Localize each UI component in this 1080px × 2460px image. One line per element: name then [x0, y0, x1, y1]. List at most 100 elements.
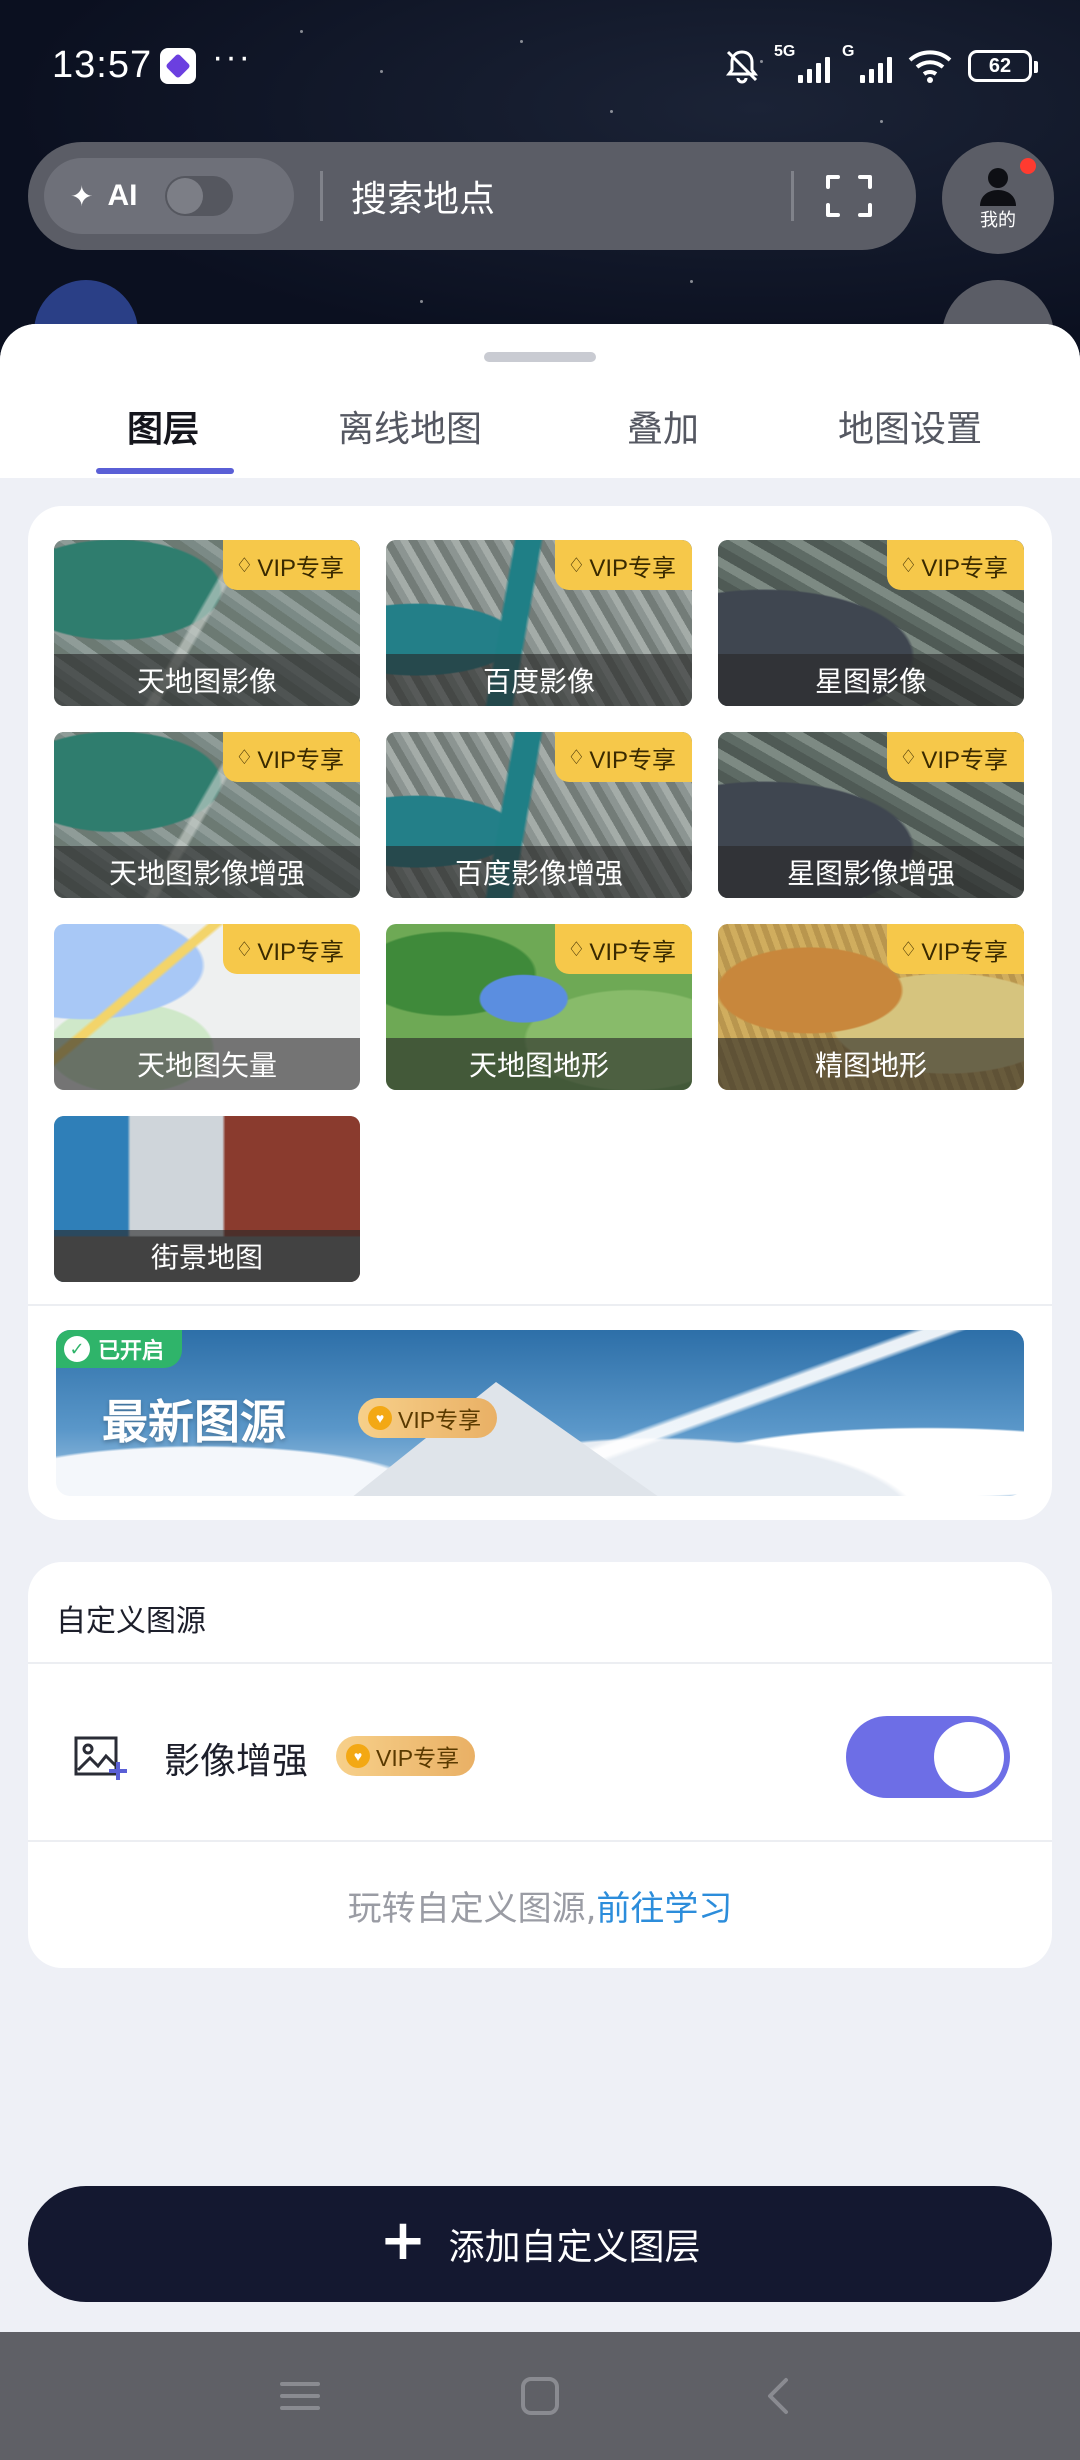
ai-switch[interactable] [165, 176, 234, 216]
layer-label: 精图地形 [718, 1038, 1024, 1090]
vip-badge: ♢ VIP专享 [887, 540, 1024, 590]
vip-badge: ♢ VIP专享 [887, 732, 1024, 782]
layer-tile[interactable]: ♢ VIP专享 精图地形 [718, 924, 1024, 1090]
back-icon[interactable] [758, 2374, 802, 2418]
learn-row: 玩转自定义图源, 前往学习 [28, 1842, 1052, 1968]
active-tab-indicator [96, 468, 234, 474]
divider [791, 171, 794, 221]
vip-label: VIP专享 [589, 554, 676, 582]
home-square-icon[interactable] [518, 2374, 562, 2418]
layer-tile[interactable]: ♢ VIP专享天地图地形 [386, 924, 692, 1090]
custom-source-card: 自定义图源 影像增强 ♥ VIP专享 玩转自定义图源, 前往学习 [28, 1562, 1052, 1968]
diamond-icon: ♢ [235, 746, 254, 769]
layer-tile[interactable]: ♢ VIP专享天地图影像 [54, 540, 360, 706]
layer-tile[interactable]: 街景地图 [54, 1116, 360, 1282]
search-input[interactable]: 搜索地点 [351, 170, 791, 222]
image-enhance-switch[interactable] [846, 1716, 1010, 1798]
layer-grid-card: ♢ VIP专享 天地图影像 ♢ VIP专享 百度影像 ♢ VIP专享 星图影像 ♢ VIP专享 天地图… [28, 506, 1052, 1629]
diamond-icon: ♢ [899, 746, 918, 769]
vip-label: VIP专享 [921, 554, 1008, 582]
network-type-label: 5G [774, 43, 796, 60]
sparkle-icon: ✦ [70, 179, 94, 213]
layer-label: 天地图影像 [54, 654, 360, 706]
vip-badge: ♢ VIP专享 [555, 924, 692, 974]
vip-label: VIP专享 [398, 1407, 482, 1433]
notification-dot [1020, 158, 1036, 174]
tab-offline-map[interactable]: 离线地图 [338, 400, 482, 452]
tab-overlay[interactable]: 叠加 [627, 400, 699, 452]
ai-label: AI [107, 179, 138, 212]
tab-map-settings[interactable]: 地图设置 [838, 400, 982, 452]
layer-label: 星图影像 [718, 654, 1024, 706]
sheet-header: 图层 离线地图 叠加 地图设置 [0, 324, 1080, 478]
vip-label: VIP专享 [257, 554, 344, 582]
layer-label: 天地图地形 [386, 1038, 692, 1090]
vip-badge: ♥ VIP专享 [358, 1398, 498, 1438]
vip-badge: ♢ VIP专享 [555, 732, 692, 782]
learn-text: 玩转自定义图源, [347, 1888, 597, 1929]
learn-link[interactable]: 前往学习 [596, 1881, 732, 1930]
scan-icon[interactable] [824, 171, 874, 221]
more-notifications-icon: ··· [212, 38, 252, 76]
layer-label: 星图影像增强 [718, 846, 1024, 898]
latest-source-banner[interactable]: ✓ 已开启 最新图源 ♥ VIP专享 [56, 1330, 1024, 1496]
switch-knob [934, 1722, 1004, 1792]
check-icon: ✓ [64, 1336, 90, 1362]
layer-label: 百度影像增强 [386, 846, 692, 898]
layers-sheet: 图层 离线地图 叠加 地图设置 ♢ VIP专享 天地图影像 ♢ VIP专享 百度影像 ♢ VI… [0, 324, 1080, 2332]
bell-off-icon [726, 50, 758, 84]
layer-tile[interactable]: ♢ VIP专享天地图影像增强 [54, 732, 360, 898]
drag-handle[interactable] [484, 352, 596, 362]
person-icon [980, 168, 1016, 206]
vip-label: VIP专享 [921, 938, 1008, 966]
diamond-icon: ♢ [899, 554, 918, 577]
crown-icon: ♥ [368, 1406, 392, 1430]
enabled-badge: ✓ 已开启 [56, 1330, 183, 1368]
battery-icon: 62 [968, 50, 1038, 82]
vip-badge: ♢ VIP专享 [555, 540, 692, 590]
enabled-label: 已开启 [98, 1339, 165, 1364]
network-type-label: G [842, 43, 855, 60]
layer-label: 天地图影像增强 [54, 846, 360, 898]
layer-tile[interactable]: ♢ VIP专享百度影像增强 [386, 732, 692, 898]
image-enhance-label: 影像增强 [164, 1741, 309, 1782]
layer-tile[interactable]: ♢ VIP专享星图影像增强 [718, 732, 1024, 898]
status-time: 13:57 [52, 44, 153, 86]
vip-label: VIP专享 [257, 746, 344, 774]
vip-badge: ♢ VIP专享 [223, 924, 360, 974]
vip-label: VIP专享 [921, 746, 1008, 774]
signal-g-icon: G [842, 43, 892, 83]
status-icons: 5G G 62 [722, 43, 1038, 86]
divider [28, 1304, 1052, 1306]
layer-label: 百度影像 [386, 654, 692, 706]
divider [320, 171, 323, 221]
diamond-icon: ♢ [235, 938, 254, 961]
layer-tile[interactable]: ♢ VIP专享星图影像 [718, 540, 1024, 706]
menu-icon[interactable] [278, 2374, 322, 2418]
app-notification-icon [160, 48, 196, 84]
search-bar[interactable]: ✦ AI 搜索地点 [28, 142, 916, 250]
profile-button[interactable]: 我的 [942, 142, 1054, 254]
add-custom-layer-button[interactable]: + 添加自定义图层 [28, 2186, 1052, 2302]
diamond-icon: ♢ [235, 554, 254, 577]
add-custom-layer-label: 添加自定义图层 [448, 2227, 701, 2268]
layer-label: 街景地图 [54, 1230, 360, 1282]
layer-tile[interactable]: ♢ VIP专享天地图矢量 [54, 924, 360, 1090]
ai-toggle-pill[interactable]: ✦ AI [44, 158, 294, 234]
system-nav-bar [0, 2332, 1080, 2460]
vip-label: VIP专享 [257, 938, 344, 966]
vip-label: VIP专享 [589, 938, 676, 966]
wifi-icon [908, 50, 952, 83]
status-bar: 13:57 ··· 5G G 62 [0, 0, 1080, 136]
signal-5g-icon: 5G [774, 43, 830, 83]
profile-label: 我的 [980, 210, 1016, 231]
vip-badge: ♢ VIP专享 [223, 540, 360, 590]
layer-tile[interactable]: ♢ VIP专享百度影像 [386, 540, 692, 706]
diamond-icon: ♢ [567, 938, 586, 961]
plus-icon: + [379, 2208, 427, 2273]
diamond-icon: ♢ [567, 746, 586, 769]
layer-label: 天地图矢量 [54, 1038, 360, 1090]
tab-layers[interactable]: 图层 [127, 400, 199, 452]
vip-badge: ♥ VIP专享 [336, 1736, 476, 1776]
vip-label: VIP专享 [376, 1745, 460, 1771]
